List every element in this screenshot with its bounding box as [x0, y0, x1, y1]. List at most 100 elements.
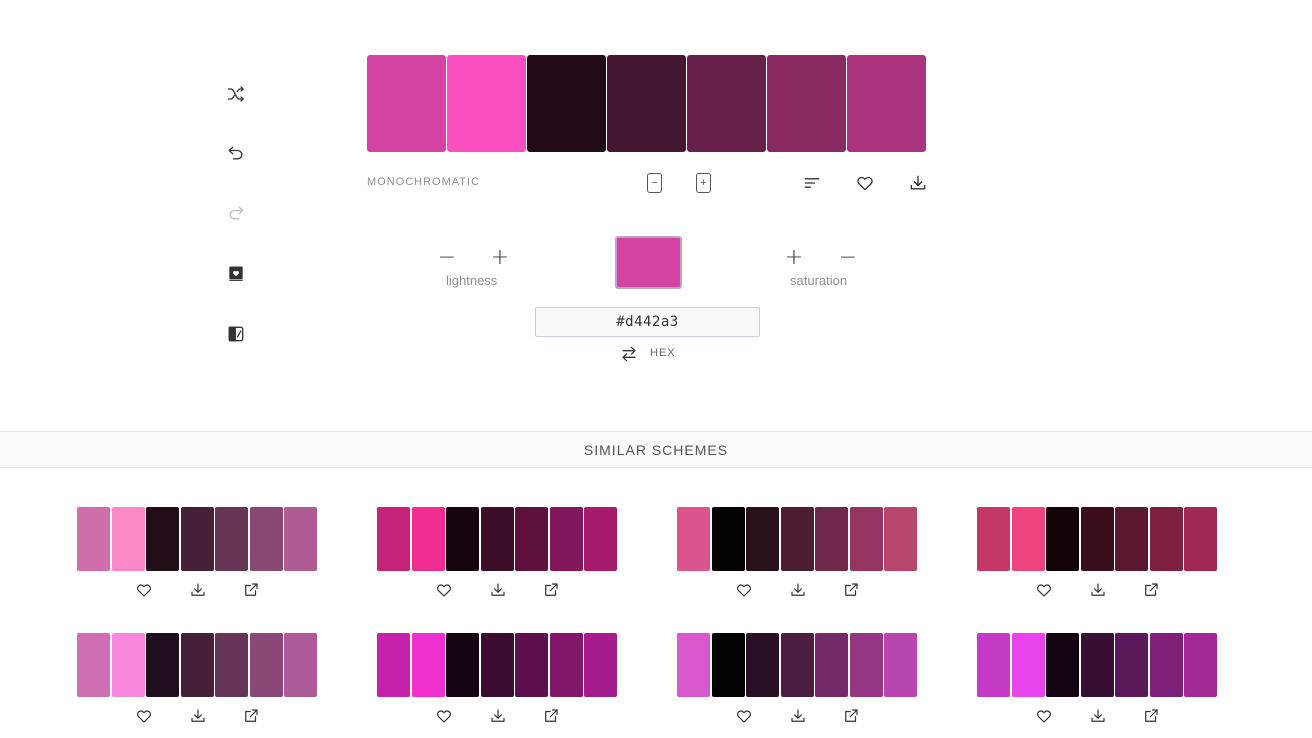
similar-scheme-swatch[interactable]	[584, 633, 617, 697]
similar-scheme-swatch[interactable]	[584, 507, 617, 571]
similar-scheme-swatch[interactable]	[377, 633, 410, 697]
similar-scheme-palette[interactable]	[377, 633, 617, 697]
similar-scheme-swatch[interactable]	[249, 507, 283, 571]
saturation-increase-button[interactable]: +	[783, 247, 805, 269]
similar-scheme-swatch[interactable]	[780, 507, 814, 571]
palette-swatch[interactable]	[447, 55, 526, 152]
similar-scheme-swatch[interactable]	[746, 507, 779, 571]
similar-scheme-palette[interactable]	[377, 507, 617, 571]
similar-scheme-swatch[interactable]	[284, 507, 317, 571]
lightness-decrease-button[interactable]: −	[436, 247, 458, 269]
lightness-increase-button[interactable]: +	[489, 247, 511, 269]
download-icon[interactable]	[1084, 702, 1112, 730]
open-external-icon[interactable]	[537, 702, 565, 730]
download-icon[interactable]	[784, 576, 812, 604]
similar-scheme-swatch[interactable]	[549, 633, 583, 697]
similar-scheme-palette[interactable]	[77, 633, 317, 697]
similar-scheme-swatch[interactable]	[111, 507, 145, 571]
palette-swatch[interactable]	[767, 55, 846, 152]
similar-scheme-swatch[interactable]	[249, 633, 283, 697]
similar-scheme-swatch[interactable]	[1184, 507, 1217, 571]
open-external-icon[interactable]	[237, 576, 265, 604]
similar-scheme-swatch[interactable]	[146, 633, 179, 697]
similar-scheme-swatch[interactable]	[480, 507, 514, 571]
shuffle-icon[interactable]	[222, 80, 250, 108]
similar-scheme-swatch[interactable]	[1149, 633, 1183, 697]
similar-scheme-swatch[interactable]	[884, 633, 917, 697]
similar-scheme-swatch[interactable]	[549, 507, 583, 571]
download-icon[interactable]	[184, 702, 212, 730]
similar-scheme-swatch[interactable]	[1184, 633, 1217, 697]
similar-scheme-swatch[interactable]	[215, 633, 248, 697]
favorite-heart-icon[interactable]	[1030, 702, 1058, 730]
similar-scheme-swatch[interactable]	[815, 507, 848, 571]
favorite-heart-icon[interactable]	[130, 702, 158, 730]
favorite-heart-icon[interactable]	[1030, 576, 1058, 604]
palette-swatch[interactable]	[847, 55, 926, 152]
similar-scheme-swatch[interactable]	[1046, 633, 1079, 697]
similar-scheme-palette[interactable]	[977, 507, 1217, 571]
similar-scheme-swatch[interactable]	[284, 633, 317, 697]
favorite-heart-icon[interactable]	[430, 576, 458, 604]
similar-scheme-swatch[interactable]	[1011, 633, 1045, 697]
open-external-icon[interactable]	[837, 576, 865, 604]
similar-scheme-swatch[interactable]	[111, 633, 145, 697]
similar-scheme-swatch[interactable]	[515, 633, 548, 697]
open-external-icon[interactable]	[237, 702, 265, 730]
similar-scheme-swatch[interactable]	[1115, 507, 1148, 571]
redo-icon[interactable]	[222, 199, 250, 227]
similar-scheme-swatch[interactable]	[446, 507, 479, 571]
similar-scheme-swatch[interactable]	[515, 507, 548, 571]
open-external-icon[interactable]	[537, 576, 565, 604]
open-external-icon[interactable]	[1137, 576, 1165, 604]
library-icon[interactable]	[222, 320, 250, 348]
download-icon[interactable]	[904, 169, 932, 197]
similar-scheme-swatch[interactable]	[849, 633, 883, 697]
similar-scheme-swatch[interactable]	[746, 633, 779, 697]
download-icon[interactable]	[484, 702, 512, 730]
swap-format-icon[interactable]	[615, 340, 643, 368]
sort-icon[interactable]	[798, 169, 826, 197]
remove-color-button[interactable]: −	[647, 173, 662, 193]
similar-scheme-swatch[interactable]	[711, 633, 745, 697]
similar-scheme-swatch[interactable]	[677, 507, 710, 571]
favorite-heart-icon[interactable]	[730, 702, 758, 730]
download-icon[interactable]	[184, 576, 212, 604]
similar-scheme-swatch[interactable]	[77, 633, 110, 697]
download-icon[interactable]	[484, 576, 512, 604]
undo-icon[interactable]	[222, 139, 250, 167]
similar-scheme-swatch[interactable]	[446, 633, 479, 697]
add-color-button[interactable]: +	[696, 173, 711, 193]
similar-scheme-swatch[interactable]	[1115, 633, 1148, 697]
similar-scheme-swatch[interactable]	[815, 633, 848, 697]
similar-scheme-palette[interactable]	[677, 633, 917, 697]
similar-scheme-swatch[interactable]	[1149, 507, 1183, 571]
favorite-heart-icon[interactable]	[730, 576, 758, 604]
similar-scheme-swatch[interactable]	[711, 507, 745, 571]
similar-scheme-swatch[interactable]	[411, 507, 445, 571]
similar-scheme-swatch[interactable]	[1011, 507, 1045, 571]
similar-scheme-swatch[interactable]	[677, 633, 710, 697]
similar-scheme-swatch[interactable]	[977, 633, 1010, 697]
current-color-swatch[interactable]	[615, 236, 682, 289]
palette-swatch[interactable]	[607, 55, 686, 152]
download-icon[interactable]	[784, 702, 812, 730]
favorite-heart-icon[interactable]	[430, 702, 458, 730]
open-external-icon[interactable]	[837, 702, 865, 730]
similar-scheme-swatch[interactable]	[215, 507, 248, 571]
similar-scheme-swatch[interactable]	[377, 507, 410, 571]
similar-scheme-swatch[interactable]	[1046, 507, 1079, 571]
similar-scheme-swatch[interactable]	[977, 507, 1010, 571]
similar-scheme-swatch[interactable]	[411, 633, 445, 697]
similar-scheme-palette[interactable]	[977, 633, 1217, 697]
similar-scheme-swatch[interactable]	[480, 633, 514, 697]
similar-scheme-swatch[interactable]	[180, 507, 214, 571]
saturation-decrease-button[interactable]: −	[837, 247, 859, 269]
similar-scheme-swatch[interactable]	[884, 507, 917, 571]
palette-swatch[interactable]	[527, 55, 606, 152]
similar-scheme-palette[interactable]	[677, 507, 917, 571]
similar-scheme-swatch[interactable]	[1080, 633, 1114, 697]
similar-scheme-palette[interactable]	[77, 507, 317, 571]
similar-scheme-swatch[interactable]	[780, 633, 814, 697]
open-external-icon[interactable]	[1137, 702, 1165, 730]
